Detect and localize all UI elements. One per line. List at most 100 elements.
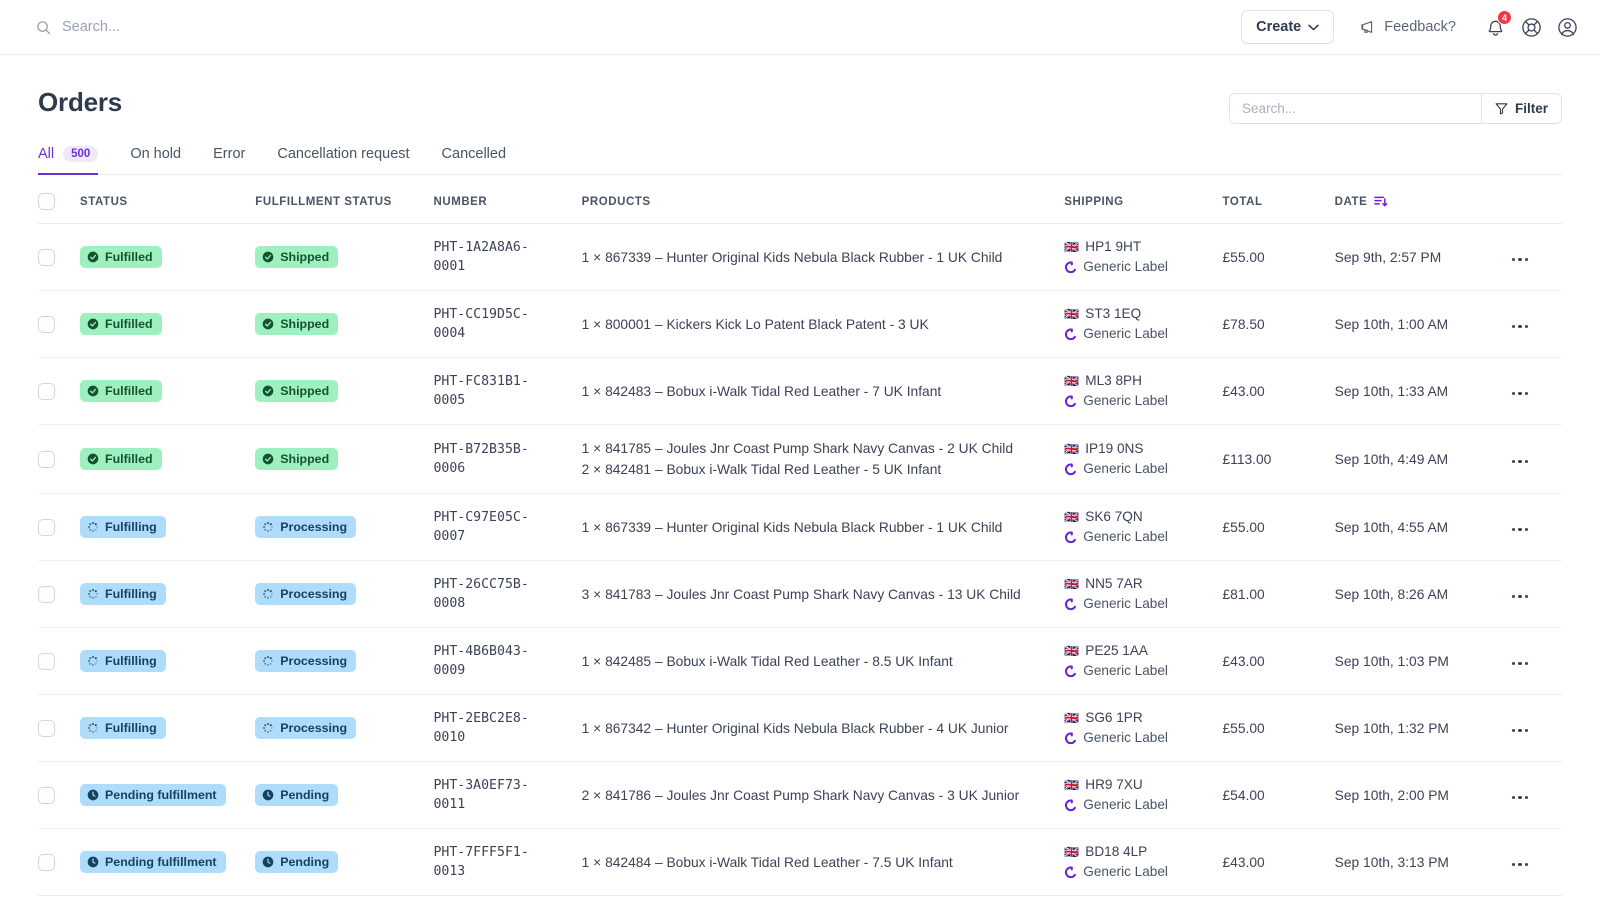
status-badge: Fulfilled: [80, 313, 162, 335]
order-number-line1: PHT-FC831B1-: [433, 374, 529, 389]
row-actions-button[interactable]: [1510, 658, 1531, 670]
clock-icon: [87, 789, 99, 801]
number-cell[interactable]: PHT-4B6B043- 0009: [433, 627, 582, 695]
help-button[interactable]: [1520, 16, 1542, 38]
spinner-icon: [88, 588, 99, 600]
row-actions-button[interactable]: [1510, 859, 1531, 871]
fulfillment-status-badge-label: Processing: [280, 587, 348, 601]
row-checkbox[interactable]: [38, 652, 55, 670]
table-row[interactable]: Fulfilling Processing PHT-26CC75B- 0008 3 × …: [38, 560, 1562, 628]
row-actions-button[interactable]: [1510, 792, 1531, 804]
column-header-products[interactable]: PRODUCTS: [581, 175, 1065, 224]
shipping-postcode: PE25 1AA: [1085, 643, 1148, 658]
table-row[interactable]: Fulfilling Processing PHT-C97E05C- 0007 1 × …: [38, 493, 1562, 561]
table-row[interactable]: Fulfilling Processing PHT-4B6B043- 0009 1 × …: [38, 627, 1562, 695]
shipping-carrier: Generic Label: [1083, 663, 1168, 678]
feedback-button-label: Feedback?: [1384, 19, 1456, 35]
create-button[interactable]: Create: [1241, 10, 1335, 44]
tab-cancellation-request[interactable]: Cancellation request: [261, 146, 425, 174]
tab-error[interactable]: Error: [197, 146, 261, 174]
filter-button[interactable]: Filter: [1480, 93, 1562, 124]
page-header: Orders Filter: [38, 87, 1562, 124]
status-badge-label: Fulfilling: [105, 654, 157, 668]
products-cell: 1 × 867339 – Hunter Original Kids Nebula…: [581, 493, 1065, 561]
row-select-cell: [38, 560, 81, 628]
number-cell[interactable]: PHT-CC19D5C- 0004: [433, 290, 582, 358]
tab-on-hold[interactable]: On hold: [114, 146, 197, 174]
number-cell[interactable]: PHT-3A0EF73- 0011: [433, 761, 582, 829]
notifications-button[interactable]: 4: [1484, 10, 1512, 38]
column-header-shipping[interactable]: SHIPPING: [1064, 175, 1223, 224]
number-cell[interactable]: PHT-B72B35B- 0006: [433, 424, 582, 494]
row-actions-button[interactable]: [1510, 254, 1531, 266]
uk-flag-icon: 🇬🇧: [1064, 307, 1080, 321]
account-button[interactable]: [1556, 16, 1578, 38]
products-cell: 1 × 800001 – Kickers Kick Lo Patent Blac…: [581, 290, 1065, 358]
row-actions-button[interactable]: [1510, 524, 1531, 536]
notification-badge: 4: [1497, 10, 1512, 25]
number-cell[interactable]: PHT-1A2A8A6- 0001: [433, 223, 582, 291]
table-row[interactable]: Pending fulfillment Pending PHT-7FFF5F1- 00…: [38, 828, 1562, 896]
row-checkbox[interactable]: [38, 248, 55, 266]
fulfillment-status-cell: Shipped: [255, 223, 434, 291]
fulfillment-status-badge-label: Processing: [280, 721, 348, 735]
row-checkbox[interactable]: [38, 315, 55, 333]
table-row[interactable]: Fulfilling Processing PHT-2EBC2E8- 0010 1 × …: [38, 694, 1562, 762]
spinner-icon: [88, 722, 99, 734]
status-badge-label: Pending fulfillment: [105, 788, 217, 802]
column-header-number[interactable]: NUMBER: [433, 175, 582, 224]
table-row[interactable]: Fulfilled Shipped PHT-FC831B1- 0005 1 × 8424…: [38, 357, 1562, 425]
total-cell: £55.00: [1222, 493, 1335, 561]
row-checkbox[interactable]: [38, 450, 55, 468]
number-cell[interactable]: PHT-2EBC2E8- 0010: [433, 694, 582, 762]
product-line: 1 × 800001 – Kickers Kick Lo Patent Blac…: [581, 316, 929, 332]
orders-search-field[interactable]: [1228, 93, 1481, 124]
row-actions-cell: [1509, 560, 1562, 628]
row-checkbox[interactable]: [38, 719, 55, 737]
row-checkbox[interactable]: [38, 382, 55, 400]
column-header-date-label: DATE: [1334, 195, 1368, 208]
row-checkbox[interactable]: [38, 853, 55, 871]
number-cell[interactable]: PHT-26CC75B- 0008: [433, 560, 582, 628]
table-row[interactable]: Fulfilled Shipped PHT-CC19D5C- 0004 1 × 8000…: [38, 290, 1562, 358]
table-row[interactable]: Pending fulfillment Pending PHT-3A0EF73- 00…: [38, 761, 1562, 829]
row-checkbox[interactable]: [38, 518, 55, 536]
order-number-line2: 0011: [433, 797, 466, 812]
tab-label: Cancelled: [441, 146, 507, 162]
global-search[interactable]: Search...: [36, 19, 1241, 35]
order-number-line2: 0006: [433, 461, 466, 476]
column-header-status[interactable]: STATUS: [80, 175, 256, 224]
tab-cancelled[interactable]: Cancelled: [426, 146, 523, 174]
column-header-total[interactable]: TOTAL: [1222, 175, 1335, 224]
row-actions-button[interactable]: [1510, 591, 1531, 603]
column-header-date[interactable]: DATE: [1334, 175, 1510, 224]
row-actions-button[interactable]: [1510, 725, 1531, 737]
fulfillment-status-badge: Processing: [255, 650, 357, 672]
row-actions-button[interactable]: [1510, 388, 1531, 400]
number-cell[interactable]: PHT-C97E05C- 0007: [433, 493, 582, 561]
row-actions-button[interactable]: [1510, 456, 1531, 468]
topbar-icon-group: 4: [1484, 10, 1578, 38]
row-checkbox[interactable]: [38, 585, 55, 603]
feedback-button[interactable]: Feedback?: [1360, 19, 1456, 35]
search-input[interactable]: [1241, 101, 1469, 116]
fulfillment-status-cell: Processing: [255, 560, 434, 628]
status-badge: Fulfilling: [80, 516, 166, 538]
shipping-postcode: HR9 7XU: [1085, 777, 1143, 792]
fulfillment-status-badge-label: Processing: [280, 654, 348, 668]
column-header-fulfillment-status[interactable]: FULFILLMENT STATUS: [255, 175, 434, 224]
order-number-line1: PHT-2EBC2E8-: [433, 711, 529, 726]
tab-all[interactable]: All 500: [38, 146, 114, 175]
table-row[interactable]: Fulfilled Shipped PHT-1A2A8A6- 0001 1 × 8673…: [38, 223, 1562, 291]
row-checkbox[interactable]: [38, 786, 55, 804]
select-all-checkbox[interactable]: [38, 193, 55, 210]
shipping-cell: 🇬🇧 SG6 1PR Generic Label: [1064, 694, 1223, 762]
status-badge: Pending fulfillment: [80, 851, 226, 873]
status-cell: Fulfilling: [80, 694, 256, 762]
number-cell[interactable]: PHT-7FFF5F1- 0013: [433, 828, 582, 896]
order-number-line2: 0005: [433, 393, 466, 408]
row-actions-button[interactable]: [1510, 321, 1531, 333]
number-cell[interactable]: PHT-FC831B1- 0005: [433, 357, 582, 425]
carrier-icon: [1065, 664, 1077, 677]
table-row[interactable]: Fulfilled Shipped PHT-B72B35B- 0006 1 × 8417…: [38, 424, 1562, 494]
